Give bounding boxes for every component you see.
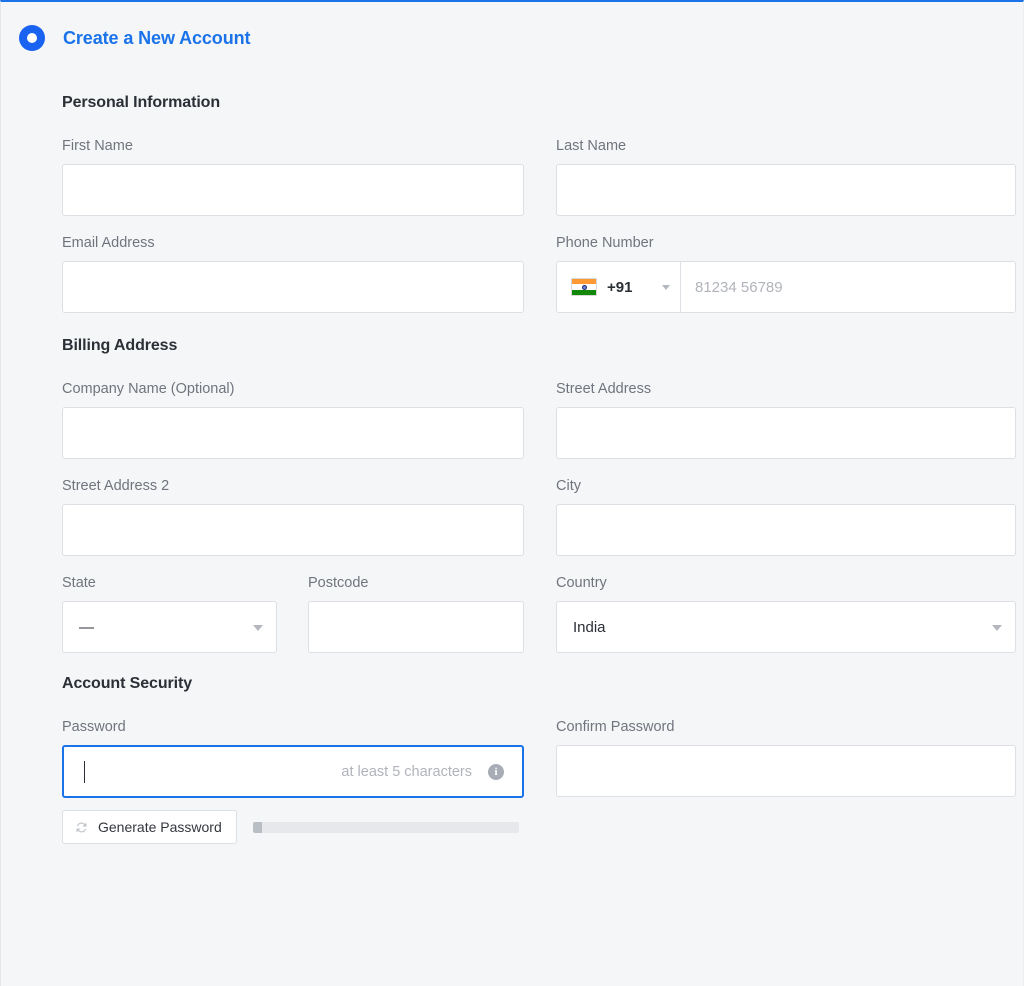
password-wrap: at least 5 characters i (62, 745, 524, 798)
password-strength-meter (252, 821, 519, 833)
refresh-icon (76, 822, 87, 832)
generate-password-button[interactable]: Generate Password (62, 810, 237, 844)
info-icon[interactable]: i (488, 763, 504, 780)
chevron-down-icon (662, 284, 670, 290)
label-street-address: Street Address (556, 381, 652, 397)
account-form: Personal Information First Name Last Nam… (62, 94, 1016, 844)
first-name-input[interactable] (62, 164, 524, 216)
field-street-address: Street Address (556, 380, 1016, 459)
page-title: Create a New Account (63, 27, 251, 48)
field-last-name: Last Name (556, 137, 1016, 216)
label-password: Password (62, 719, 126, 735)
field-street-address-2: Street Address 2 (62, 477, 524, 556)
section-title-billing: Billing Address (62, 337, 178, 354)
phone-number-input[interactable] (680, 261, 1016, 313)
field-country: Country India (556, 574, 1016, 653)
generate-password-label: Generate Password (98, 819, 222, 835)
label-confirm-password: Confirm Password (556, 719, 675, 735)
country-select-value: India (573, 618, 606, 636)
country-select-wrap: India (556, 601, 1016, 653)
confirm-password-input[interactable] (556, 745, 1016, 797)
postcode-input[interactable] (308, 601, 524, 653)
country-code-selector[interactable]: +91 (556, 261, 680, 313)
password-strength-fill (252, 821, 262, 833)
label-email: Email Address (62, 235, 155, 251)
row-street2-city: Street Address 2 City (62, 477, 1016, 556)
phone-group: +91 (556, 261, 1016, 313)
text-cursor (84, 760, 85, 783)
street-address-input[interactable] (556, 407, 1016, 459)
row-company-street: Company Name (Optional) Street Address (62, 380, 1016, 459)
state-select[interactable]: — (62, 601, 277, 653)
label-postcode: Postcode (308, 575, 369, 591)
label-state: State (62, 575, 96, 591)
state-select-wrap: — (62, 601, 277, 653)
label-phone: Phone Number (556, 235, 654, 251)
password-input[interactable] (62, 745, 524, 798)
row-passwords: Password at least 5 characters i Generat… (62, 718, 1016, 844)
create-account-page: Create a New Account Personal Informatio… (0, 0, 1024, 986)
radio-inner-dot (27, 33, 37, 43)
label-country: Country (556, 575, 607, 591)
label-first-name: First Name (62, 138, 133, 154)
label-street-address-2: Street Address 2 (62, 478, 170, 494)
country-select[interactable]: India (556, 601, 1016, 653)
field-password: Password at least 5 characters i Generat… (62, 718, 524, 844)
section-title-personal: Personal Information (62, 94, 221, 111)
field-city: City (556, 477, 1016, 556)
city-input[interactable] (556, 504, 1016, 556)
account-type-radio-selected[interactable] (19, 25, 45, 51)
row-state-postcode-country: State — Postcode Country India (62, 574, 1016, 653)
label-city: City (556, 478, 581, 494)
field-confirm-password: Confirm Password (556, 718, 1016, 844)
section-title-security: Account Security (62, 675, 192, 692)
state-postcode-group: State — Postcode (62, 574, 524, 653)
field-first-name: First Name (62, 137, 524, 216)
row-name: First Name Last Name (62, 137, 1016, 216)
field-company-name: Company Name (Optional) (62, 380, 524, 459)
state-select-value: — (79, 618, 94, 636)
field-state: State — (62, 574, 277, 653)
last-name-input[interactable] (556, 164, 1016, 216)
email-input[interactable] (62, 261, 524, 313)
row-contact: Email Address Phone Number +91 (62, 234, 1016, 313)
field-email: Email Address (62, 234, 524, 313)
field-phone: Phone Number +91 (556, 234, 1016, 313)
india-flag-icon (571, 278, 597, 296)
label-last-name: Last Name (556, 138, 627, 154)
password-tools: Generate Password (62, 810, 524, 844)
street-address-2-input[interactable] (62, 504, 524, 556)
label-company-name: Company Name (Optional) (62, 381, 235, 397)
field-postcode: Postcode (308, 574, 524, 653)
page-header: Create a New Account (1, 2, 1023, 74)
company-name-input[interactable] (62, 407, 524, 459)
dial-code-value: +91 (607, 278, 633, 296)
